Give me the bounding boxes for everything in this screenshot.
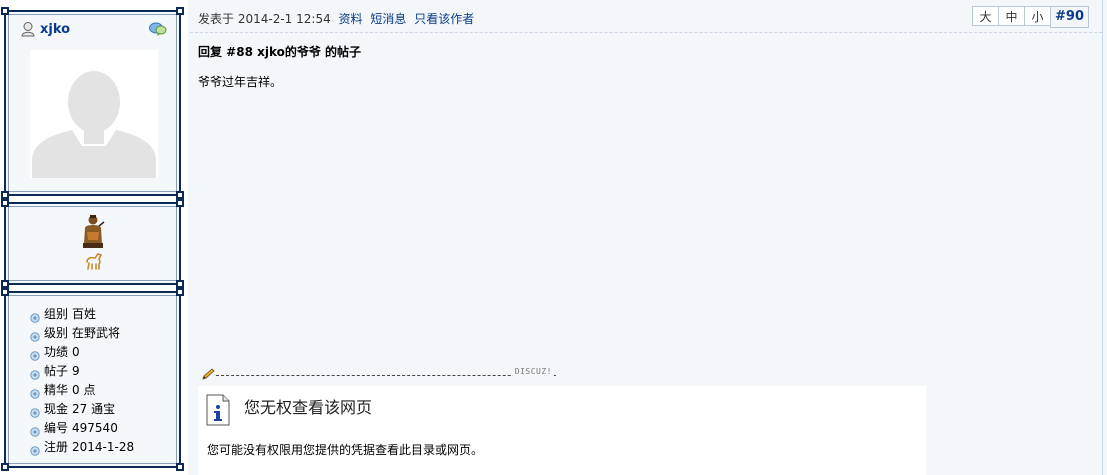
font-small-button[interactable]: 小	[1024, 6, 1052, 26]
post-header: 发表于 2014-2-1 12:54 资料 短消息 只看该作者 大 中 小 #9…	[190, 0, 1102, 33]
info-icon	[206, 394, 230, 429]
post-content: 发表于 2014-2-1 12:54 资料 短消息 只看该作者 大 中 小 #9…	[190, 0, 1103, 475]
author-name-row[interactable]: xjko	[20, 21, 70, 37]
stat-uid: 编号 497540	[30, 419, 134, 438]
stat-level: 级别 在野武将	[30, 324, 134, 343]
author-rank-panel	[1, 199, 184, 288]
stat-value: 27 通宝	[72, 402, 116, 416]
stat-label: 组别	[44, 307, 69, 321]
signature-text: 您可能没有权限用您提供的凭据查看此目录或网页。	[207, 443, 484, 457]
message-link[interactable]: 短消息	[370, 12, 406, 26]
stat-value: 2014-1-28	[72, 440, 135, 454]
bullet-icon	[30, 367, 40, 380]
stat-label: 级别	[44, 326, 69, 340]
stat-digest: 精华 0 点	[30, 381, 134, 400]
stat-posts: 帖子 9	[30, 362, 134, 381]
post-meta-prefix: 发表于	[198, 12, 235, 26]
stat-registered: 注册 2014-1-28	[30, 438, 134, 457]
stat-value: 497540	[72, 421, 118, 435]
author-stats-panel: 组别 百姓 级别 在野武将 功绩 0 帖子 9 精华 0 点 现金 27 通宝 …	[1, 288, 184, 471]
only-author-link[interactable]: 只看该作者	[414, 12, 474, 26]
signature-heading: 您无权查看该网页	[244, 398, 373, 417]
discuz-mark: DISCUZ!	[512, 367, 554, 376]
author-profile-panel: xjko	[1, 7, 184, 199]
stat-group: 组别 百姓	[30, 305, 134, 324]
bullet-icon	[30, 310, 40, 323]
bullet-icon	[30, 329, 40, 342]
stat-label: 功绩	[44, 345, 69, 359]
post-number-link[interactable]: #90	[1050, 6, 1089, 28]
avatar[interactable]	[30, 50, 158, 178]
pencil-icon	[202, 368, 216, 383]
stat-label: 现金	[44, 402, 69, 416]
stat-value: 0	[72, 345, 80, 359]
font-large-button[interactable]: 大	[972, 6, 1000, 26]
signature-divider: DISCUZ!	[202, 367, 556, 380]
user-icon	[20, 21, 36, 37]
font-size-controls: 大 中 小 #90	[972, 6, 1089, 28]
bullet-icon	[30, 424, 40, 437]
stat-merit: 功绩 0	[30, 343, 134, 362]
bullet-icon	[30, 386, 40, 399]
bullet-icon	[30, 348, 40, 361]
forum-post-page: xjko 组别 百姓 级别 在野武将 功绩 0 帖子 9 精华 0 点 现金 2…	[0, 0, 1107, 475]
stat-label: 精华	[44, 383, 69, 397]
author-column: xjko 组别 百姓 级别 在野武将 功绩 0 帖子 9 精华 0 点 现金 2…	[0, 0, 188, 475]
profile-link[interactable]: 资料	[339, 12, 363, 26]
stat-value: 在野武将	[72, 326, 121, 340]
stat-label: 注册	[44, 440, 69, 454]
author-username[interactable]: xjko	[40, 22, 70, 37]
stat-label: 帖子	[44, 364, 69, 378]
stat-cash: 现金 27 通宝	[30, 400, 134, 419]
stat-value: 百姓	[72, 307, 97, 321]
post-title: 回复 #88 xjko的爷爷 的帖子	[198, 45, 362, 59]
rank-figure-icon	[80, 214, 106, 253]
stat-value: 0 点	[72, 383, 96, 397]
bullet-icon	[30, 443, 40, 456]
stat-label: 编号	[44, 421, 69, 435]
chat-bubble-icon[interactable]	[149, 21, 167, 40]
bullet-icon	[30, 405, 40, 418]
post-body: 爷爷过年吉祥。	[198, 75, 283, 89]
font-medium-button[interactable]: 中	[998, 6, 1026, 26]
post-datetime: 2014-2-1 12:54	[237, 12, 331, 26]
author-stats-list: 组别 百姓 级别 在野武将 功绩 0 帖子 9 精华 0 点 现金 27 通宝 …	[30, 305, 134, 457]
horse-icon	[84, 252, 104, 273]
stat-value: 9	[72, 364, 80, 378]
post-meta: 发表于 2014-2-1 12:54 资料 短消息 只看该作者	[198, 10, 474, 27]
signature-box: 您无权查看该网页 您可能没有权限用您提供的凭据查看此目录或网页。	[198, 386, 926, 475]
